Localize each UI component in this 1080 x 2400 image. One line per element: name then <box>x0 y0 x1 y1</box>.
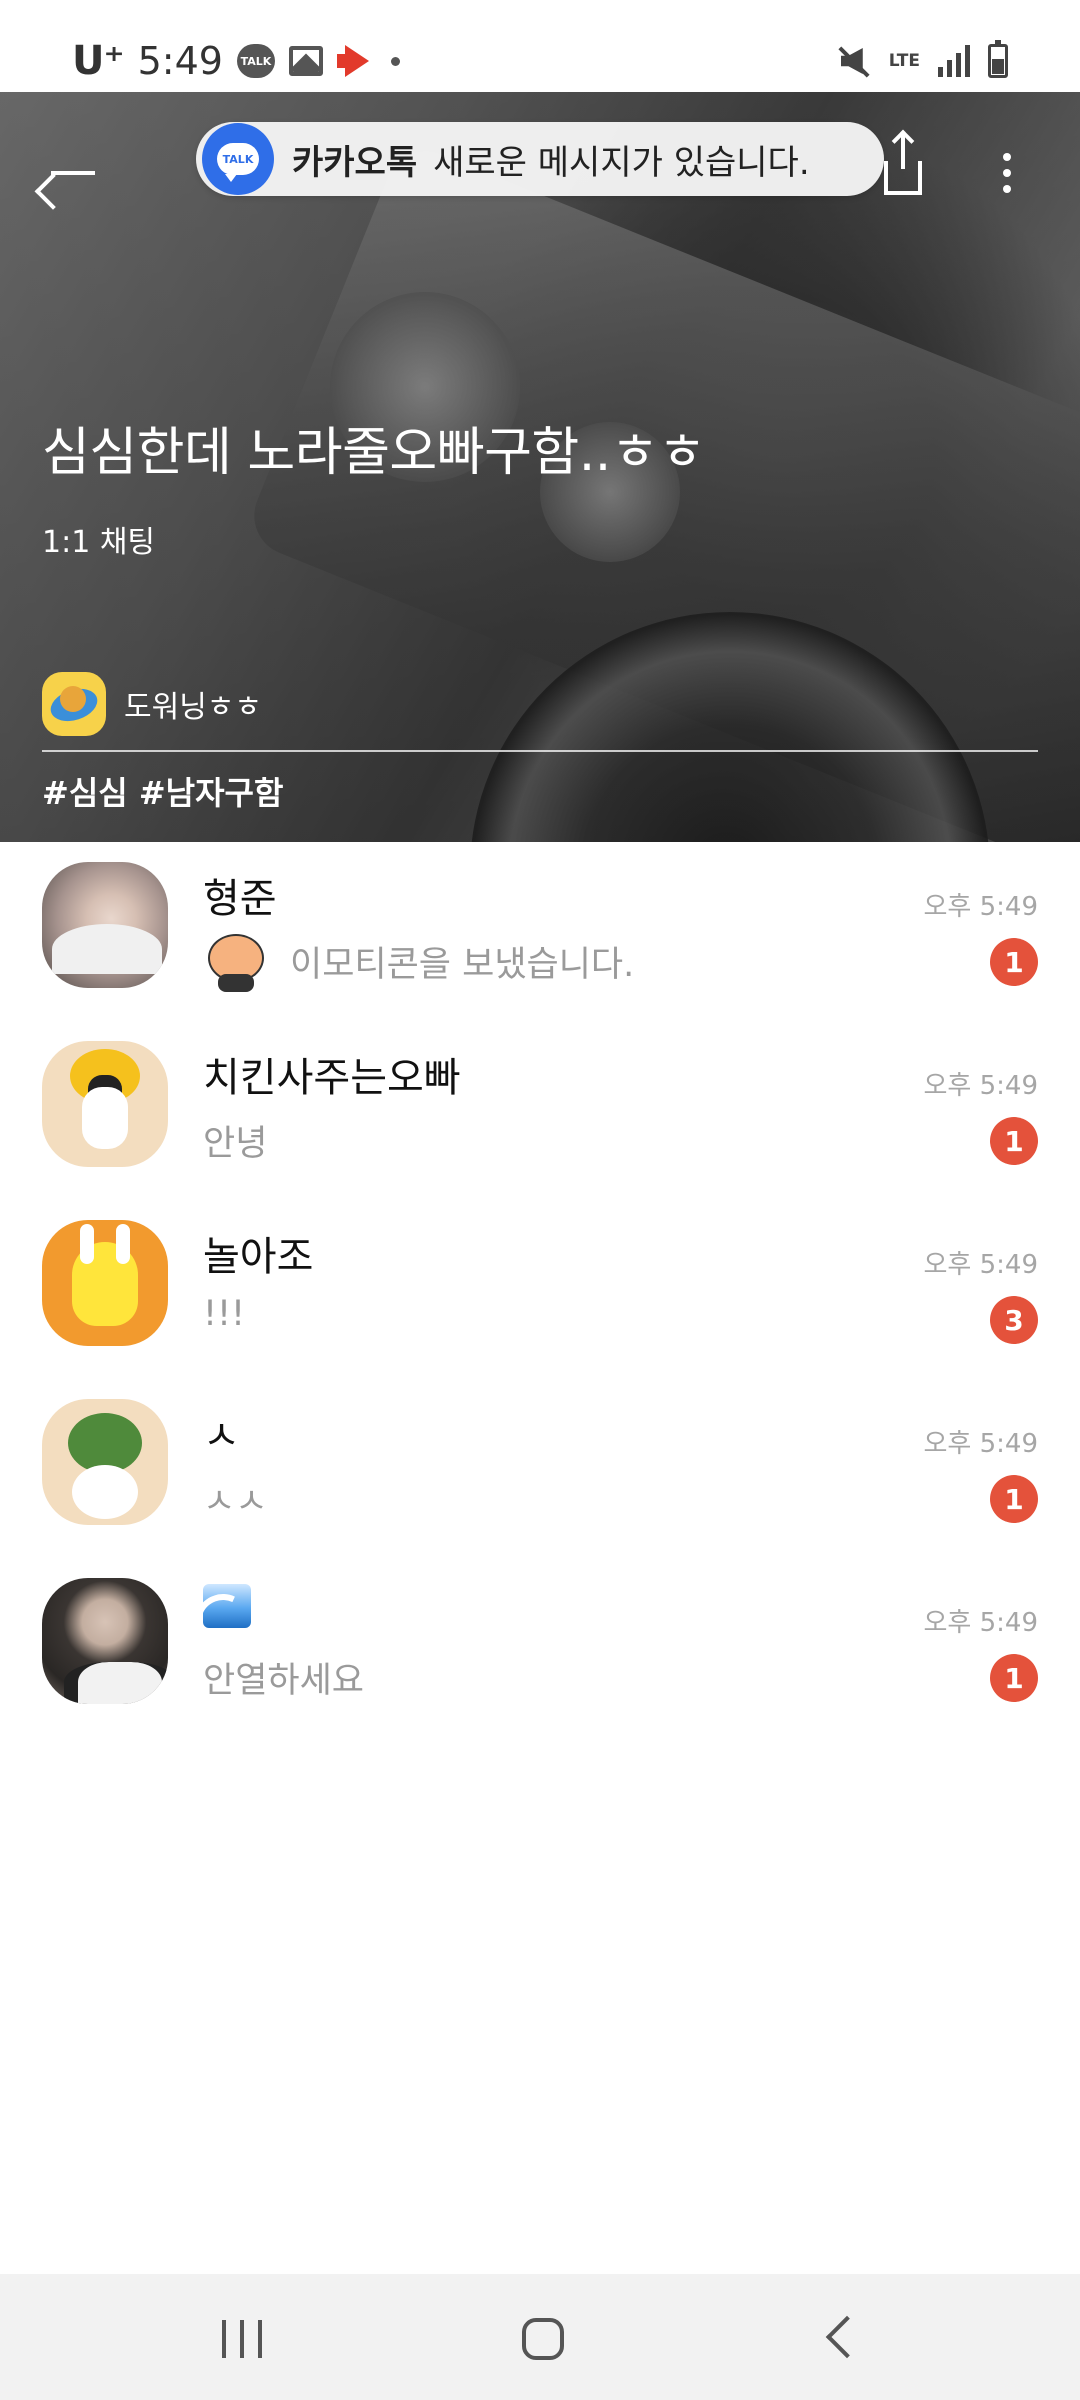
share-button[interactable] <box>868 135 938 208</box>
more-options-button[interactable] <box>972 138 1042 208</box>
unread-badge: 1 <box>990 938 1038 986</box>
signal-icon <box>938 45 970 77</box>
chat-time: 오후 5:49 <box>923 1429 1039 1459</box>
status-right: LTE <box>837 36 1008 86</box>
chat-message: 이모티콘을 보냈습니다. <box>290 945 635 985</box>
navigation-bar <box>0 2274 1080 2400</box>
recents-button[interactable] <box>222 2320 262 2360</box>
chat-message: ㅅㅅ <box>203 1482 268 1522</box>
notification-toast[interactable]: TALK 카카오톡 새로운 메시지가 있습니다. <box>196 122 884 196</box>
status-left: U⁺ 5:49 TALK <box>72 36 400 86</box>
status-time: 5:49 <box>137 39 223 83</box>
avatar <box>42 1041 168 1167</box>
owner-avatar <box>42 672 106 736</box>
image-icon <box>288 46 323 76</box>
chat-name: 치킨사주는오빠 <box>203 1055 461 1101</box>
chat-name: ㅅ <box>203 1413 240 1459</box>
chat-row[interactable]: 치킨사주는오빠 안녕 오후 5:49 1 <box>0 1021 1080 1200</box>
unread-badge: 3 <box>990 1296 1038 1344</box>
status-bar: U⁺ 5:49 TALK LTE <box>0 0 1080 92</box>
chat-list: 형준 이모티콘을 보냈습니다. 오후 5:49 1 치킨사주는오빠 안녕 오후 … <box>0 842 1080 1737</box>
chat-time: 오후 5:49 <box>923 892 1039 922</box>
chat-row[interactable]: 형준 이모티콘을 보냈습니다. 오후 5:49 1 <box>0 842 1080 1021</box>
room-owner[interactable]: 도워닝ㅎㅎ <box>42 672 262 736</box>
carrier-label: U⁺ <box>72 38 125 84</box>
chat-message: 안녕 <box>203 1124 268 1164</box>
chat-message: 안열하세요 <box>203 1661 365 1701</box>
chat-name: 놀아조 <box>203 1234 314 1280</box>
chat-name: 형준 <box>203 876 277 922</box>
battery-icon <box>988 40 1008 78</box>
chat-row[interactable]: 놀아조 !!! 오후 5:49 3 <box>0 1200 1080 1379</box>
header-divider <box>42 750 1038 752</box>
mute-icon <box>837 44 871 78</box>
more-dot-icon <box>1003 153 1011 161</box>
owner-name: 도워닝ㅎㅎ <box>124 690 262 725</box>
home-button[interactable] <box>522 2318 564 2360</box>
chat-row[interactable]: ㅅ ㅅㅅ 오후 5:49 1 <box>0 1379 1080 1558</box>
chat-message: !!! <box>203 1294 246 1334</box>
chat-row[interactable]: 안열하세요 오후 5:49 1 <box>0 1558 1080 1737</box>
wave-emoji-icon <box>203 1584 251 1628</box>
lte-icon: LTE <box>888 51 920 71</box>
back-arrow-icon <box>51 171 95 175</box>
avatar <box>42 1399 168 1525</box>
room-type-label: 1:1 채팅 <box>42 525 156 560</box>
chat-time: 오후 5:49 <box>923 1608 1039 1638</box>
chat-time: 오후 5:49 <box>923 1250 1039 1280</box>
unread-badge: 1 <box>990 1117 1038 1165</box>
avatar <box>42 1220 168 1346</box>
nav-back-button[interactable] <box>825 2315 869 2359</box>
unread-badge: 1 <box>990 1654 1038 1702</box>
chat-room-header: TALK 카카오톡 새로운 메시지가 있습니다. 심심한데 노라줄오빠구함..ㅎ… <box>0 92 1080 842</box>
megaphone-icon <box>336 45 373 77</box>
avatar <box>42 1578 168 1704</box>
more-dot-icon <box>1003 185 1011 193</box>
share-icon <box>884 135 922 195</box>
room-tags: #심심 #남자구함 <box>42 774 284 812</box>
avatar <box>42 862 168 988</box>
room-title: 심심한데 노라줄오빠구함..ㅎㅎ <box>42 423 706 483</box>
notification-message: 새로운 메시지가 있습니다. <box>433 142 810 183</box>
more-dot-icon <box>1003 169 1011 177</box>
chat-time: 오후 5:49 <box>923 1071 1039 1101</box>
notification-app-name: 카카오톡 <box>292 142 418 183</box>
kakaotalk-icon: TALK <box>202 123 274 195</box>
dot-icon <box>390 56 400 66</box>
emoticon-sticker-icon <box>206 930 266 992</box>
talk-icon: TALK <box>236 44 275 78</box>
unread-badge: 1 <box>990 1475 1038 1523</box>
back-button[interactable] <box>38 138 108 208</box>
